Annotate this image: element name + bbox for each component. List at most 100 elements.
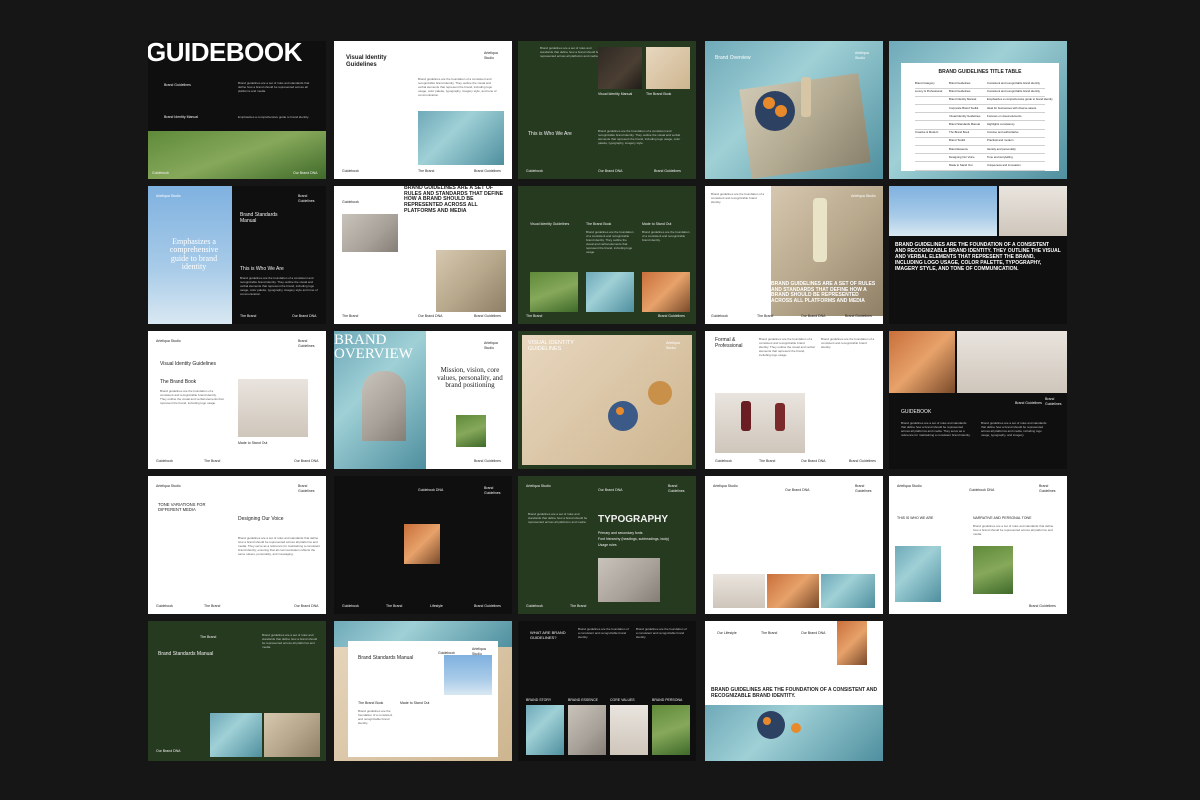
photo-label: BRAND PERSONA bbox=[652, 698, 683, 702]
fruit bbox=[648, 381, 672, 405]
footer-label: Our Brand DNA bbox=[294, 459, 319, 463]
slide-title: VISUAL IDENTITY GUIDELINES bbox=[528, 340, 574, 352]
slide-text: Brand guidelines are the foundation of a… bbox=[358, 709, 393, 726]
slide-standards-manual[interactable]: Arteliqua Studio Emphasizes a comprehens… bbox=[148, 186, 326, 324]
list-item: Font hierarchy (headings, subheadings, b… bbox=[598, 537, 670, 541]
slide-guidebook[interactable]: GUIDEBOOK Brand Guidelines Brand Guideli… bbox=[889, 331, 1067, 469]
slide-photo bbox=[646, 47, 690, 89]
table-cell: Practical and modern bbox=[987, 138, 1014, 143]
slide-title: WHAT ARE BRAND GUIDELINES? bbox=[530, 630, 566, 640]
footer-label: Our Brand DNA bbox=[294, 604, 319, 608]
slide-tag: Our Brand DNA bbox=[598, 488, 623, 492]
footer-label: Brand Guidelines bbox=[474, 314, 501, 318]
slide-tag: Brand Guidelines bbox=[1039, 484, 1056, 493]
wine-bottle bbox=[813, 198, 827, 262]
photo-caption: Made to Stand Out bbox=[238, 441, 268, 445]
slide-photo bbox=[610, 705, 648, 755]
slide-brand-book[interactable]: Arteliqua Studio Brand Guidelines Visual… bbox=[148, 331, 326, 469]
slide-title: Formal & Professional bbox=[715, 337, 743, 349]
slide-title: Brand Standards Manual bbox=[240, 212, 278, 224]
slide-title-table[interactable]: BRAND GUIDELINES TITLE TABLE Brand Categ… bbox=[889, 41, 1067, 179]
slide-photo bbox=[715, 393, 805, 453]
slide-photo bbox=[889, 331, 955, 393]
slide-title: GUIDEBOOK bbox=[901, 409, 932, 415]
slide-typography[interactable]: Arteliqua Studio Our Brand DNA Brand Gui… bbox=[518, 476, 696, 614]
slide-grid: GUIDEBOOK Brand Guidelines Brand guideli… bbox=[148, 41, 1070, 761]
slide-rules-standards[interactable]: Guidebook BRAND GUIDELINES ARE A SET OF … bbox=[334, 186, 512, 324]
slide-photo bbox=[456, 415, 486, 447]
slide-three-photos[interactable]: Arteliqua Studio Our Brand DNA Brand Gui… bbox=[705, 476, 883, 614]
list-item: Usage rules bbox=[598, 543, 617, 547]
slide-standards-pool[interactable]: Arteliqua Studio Guidebook Brand Standar… bbox=[334, 621, 512, 761]
footer-label: Guidebook bbox=[342, 169, 359, 173]
slide-photo bbox=[957, 331, 1067, 393]
studio-label: Arteliqua Studio bbox=[484, 341, 498, 350]
footer-label: The Brand bbox=[204, 459, 221, 463]
fruit bbox=[775, 105, 787, 117]
column-title: Made to Stand Out bbox=[400, 701, 430, 705]
table-cell: Brand Toolkit bbox=[949, 138, 966, 143]
photo-caption: Visual Identity Manual bbox=[598, 92, 633, 96]
slide-designing-voice[interactable]: Arteliqua Studio Brand Guidelines TONE V… bbox=[148, 476, 326, 614]
slide-text: Brand guidelines are a set of rules and … bbox=[973, 524, 1054, 537]
studio-label: Arteliqua Studio bbox=[897, 484, 922, 488]
table-cell: Brand Identity Manual bbox=[949, 97, 977, 102]
slide-standards-green[interactable]: The Brand Brand Standards Manual Brand g… bbox=[148, 621, 326, 761]
footer-label: Our Brand DNA bbox=[801, 314, 826, 318]
slide-text: Brand guidelines are the foundation of a… bbox=[240, 276, 318, 297]
slide-brand-overview[interactable]: BRAND OVERVIEW Arteliqua Studio Mission,… bbox=[334, 331, 512, 469]
slide-tag: Brand Guidelines bbox=[668, 484, 685, 493]
slide-photo bbox=[889, 186, 997, 236]
slide-brand-overview-photo[interactable]: Brand Overview Arteliqua Studio bbox=[705, 41, 883, 179]
slide-heading: This is Who We Are bbox=[528, 131, 572, 137]
studio-label: Arteliqua Studio bbox=[526, 484, 551, 488]
footer-label: Guidebook bbox=[342, 604, 359, 608]
slide-visual-identity[interactable]: Visual Identity Guidelines Arteliqua Stu… bbox=[334, 41, 512, 179]
footer-label: Brand Guidelines bbox=[849, 459, 876, 463]
slide-tag: Our Brand DNA bbox=[785, 488, 810, 492]
slide-photo bbox=[342, 214, 398, 252]
slide-photo bbox=[436, 250, 506, 312]
slide-formal-professional[interactable]: Formal & Professional Brand guidelines a… bbox=[705, 331, 883, 469]
slide-text: Brand guidelines are a set of rules and … bbox=[262, 633, 318, 650]
slide-photo bbox=[767, 574, 819, 608]
slide-what-are-guidelines[interactable]: WHAT ARE BRAND GUIDELINES? Brand guideli… bbox=[518, 621, 696, 761]
slide-gift-box[interactable]: Brand guidelines are the foundation of a… bbox=[705, 186, 883, 324]
photo-label: BRAND ESSENCE bbox=[568, 698, 598, 702]
slide-quote: Emphasizes a comprehensive guide to bran… bbox=[169, 237, 219, 272]
footer-label: Guidebook bbox=[526, 604, 543, 608]
slide-photo bbox=[444, 655, 492, 695]
slide-photo bbox=[418, 111, 504, 165]
slide-visual-identity-photo[interactable]: VISUAL IDENTITY GUIDELINES Arteliqua Stu… bbox=[518, 331, 696, 469]
slide-three-columns[interactable]: Visual Identity Guidelines The Brand Boo… bbox=[518, 186, 696, 324]
slide-tag: Brand Guidelines bbox=[1045, 397, 1062, 406]
column-title: The Brand Book bbox=[358, 701, 384, 705]
fruit bbox=[763, 717, 771, 725]
footer-label: Our Brand DNA bbox=[801, 459, 826, 463]
table-cell: Ideal for businesses with diverse assets bbox=[987, 105, 1037, 110]
slide-text: Brand guidelines are a set of rules and … bbox=[981, 421, 1047, 438]
slide-tag: Brand Guidelines bbox=[1015, 401, 1042, 405]
slide-dark-photo[interactable]: Guidebook DNA Brand Guidelines Guidebook… bbox=[334, 476, 512, 614]
table-row: Made to Stand Out Uniqueness and innovati… bbox=[915, 161, 1045, 171]
slide-text: Brand guidelines are the foundation of a… bbox=[821, 337, 875, 350]
slide-narrative[interactable]: Arteliqua Studio Guidebook DNA Brand Gui… bbox=[889, 476, 1067, 614]
slide-heading: NARRATIVE AND PERSONAL TONE bbox=[973, 516, 1032, 520]
slide-title: Visual Identity Guidelines bbox=[346, 55, 387, 68]
slide-text: Brand guidelines are the foundation of a… bbox=[711, 192, 765, 205]
studio-label: Arteliqua Studio bbox=[156, 484, 181, 488]
table-cell: Visual Identity Guidelines bbox=[949, 113, 981, 118]
fruit bbox=[791, 723, 801, 733]
footer-label: Brand Guidelines bbox=[474, 604, 501, 608]
slide-tag: Guidebook DNA bbox=[969, 488, 995, 492]
slide-heading: Designing Our Voice bbox=[238, 516, 284, 522]
slide-foundation[interactable]: BRAND GUIDELINES ARE THE FOUNDATION OF A… bbox=[889, 186, 1067, 324]
fruit-bowl bbox=[608, 401, 638, 431]
table-cell: Made to Stand Out bbox=[949, 163, 973, 167]
slide-cover[interactable]: GUIDEBOOK Brand Guidelines Brand guideli… bbox=[148, 41, 326, 179]
slide-foundation-pool[interactable]: Our Lifestyle The Brand Our Brand DNA BR… bbox=[705, 621, 883, 761]
table-cell: Tone and storytelling bbox=[987, 154, 1013, 159]
studio-label: Arteliqua Studio bbox=[666, 341, 680, 350]
footer-label: Brand Guidelines bbox=[474, 169, 501, 173]
slide-who-we-are[interactable]: Brand guidelines are a set of rules and … bbox=[518, 41, 696, 179]
